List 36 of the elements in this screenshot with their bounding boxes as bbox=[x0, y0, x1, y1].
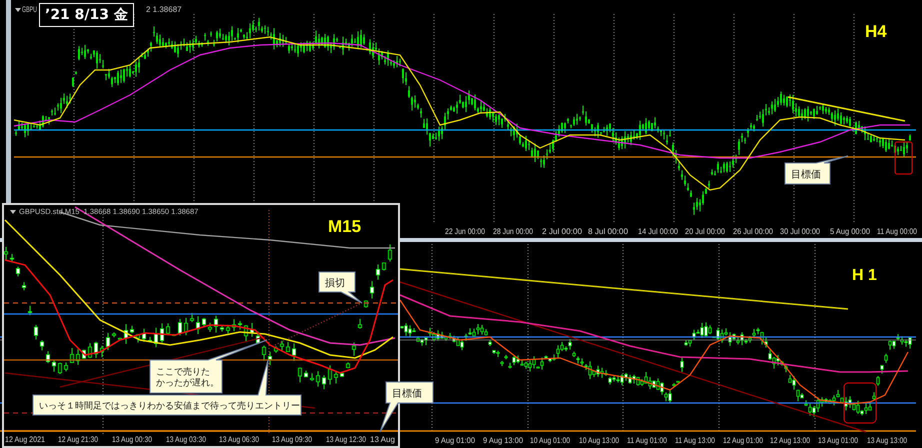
axis-label: 11 Aug 01:00 bbox=[627, 436, 674, 445]
axis-label: 10 Aug 13:00 bbox=[579, 436, 626, 445]
axis-label: 13 Aug 00:30 bbox=[112, 435, 160, 444]
axis-label: 13 Aug bbox=[370, 435, 395, 444]
axis-label: 28 Jun 00:00 bbox=[493, 227, 540, 236]
axis-label: 9 Aug 01:00 bbox=[435, 436, 478, 445]
timeframe-label: H4 bbox=[865, 22, 887, 41]
date-badge: ’21 8/13 金 bbox=[39, 3, 134, 27]
axis-label: 13 Aug 13:00 bbox=[867, 436, 914, 445]
axis-label: 10 Aug 01:00 bbox=[530, 436, 578, 445]
callout-label: 損切 bbox=[318, 272, 362, 304]
axis-label: 13 Aug 01:00 bbox=[818, 436, 866, 445]
axis-label: 26 Jul 00:00 bbox=[733, 227, 777, 236]
axis-label: 20 Jul 00:00 bbox=[685, 227, 729, 236]
axis-label: 12 Aug 21:30 bbox=[58, 435, 106, 444]
axis-label: 2 Jul 00:00 bbox=[542, 227, 582, 236]
axis-label: 11 Aug 00:00 bbox=[877, 227, 922, 236]
axis-label: 5 Aug 00:00 bbox=[830, 227, 873, 236]
axis-label: 11 Aug 13:00 bbox=[675, 436, 722, 445]
callout-label: 目標価 bbox=[784, 156, 848, 184]
chart-header: 2 1.38687 bbox=[146, 5, 182, 14]
axis-label: 13 Aug 09:30 bbox=[272, 435, 320, 444]
callout-label: ここで売りた かったが遅れ。 bbox=[150, 340, 268, 394]
axis-label: 12 Aug 13:00 bbox=[770, 436, 818, 445]
axis-label: 30 Jul 00:00 bbox=[780, 227, 824, 236]
timeframe-label: H 1 bbox=[852, 267, 877, 284]
axis-label: 14 Jul 00:00 bbox=[638, 227, 682, 236]
axis-label: 13 Aug 06:30 bbox=[219, 435, 266, 444]
axis-label: 12 Aug 01:00 bbox=[723, 436, 770, 445]
axis-label: 22 Jun 00:00 bbox=[445, 227, 492, 236]
axis-label: 12 Aug 2021 bbox=[5, 435, 50, 444]
axis-label: 8 Jul 00:00 bbox=[588, 227, 628, 236]
axis-label: 9 Aug 13:00 bbox=[483, 436, 526, 445]
callout-label: 目標価 bbox=[380, 382, 434, 432]
timeframe-label: M15 bbox=[328, 217, 362, 236]
axis-label: 13 Aug 03:30 bbox=[166, 435, 214, 444]
